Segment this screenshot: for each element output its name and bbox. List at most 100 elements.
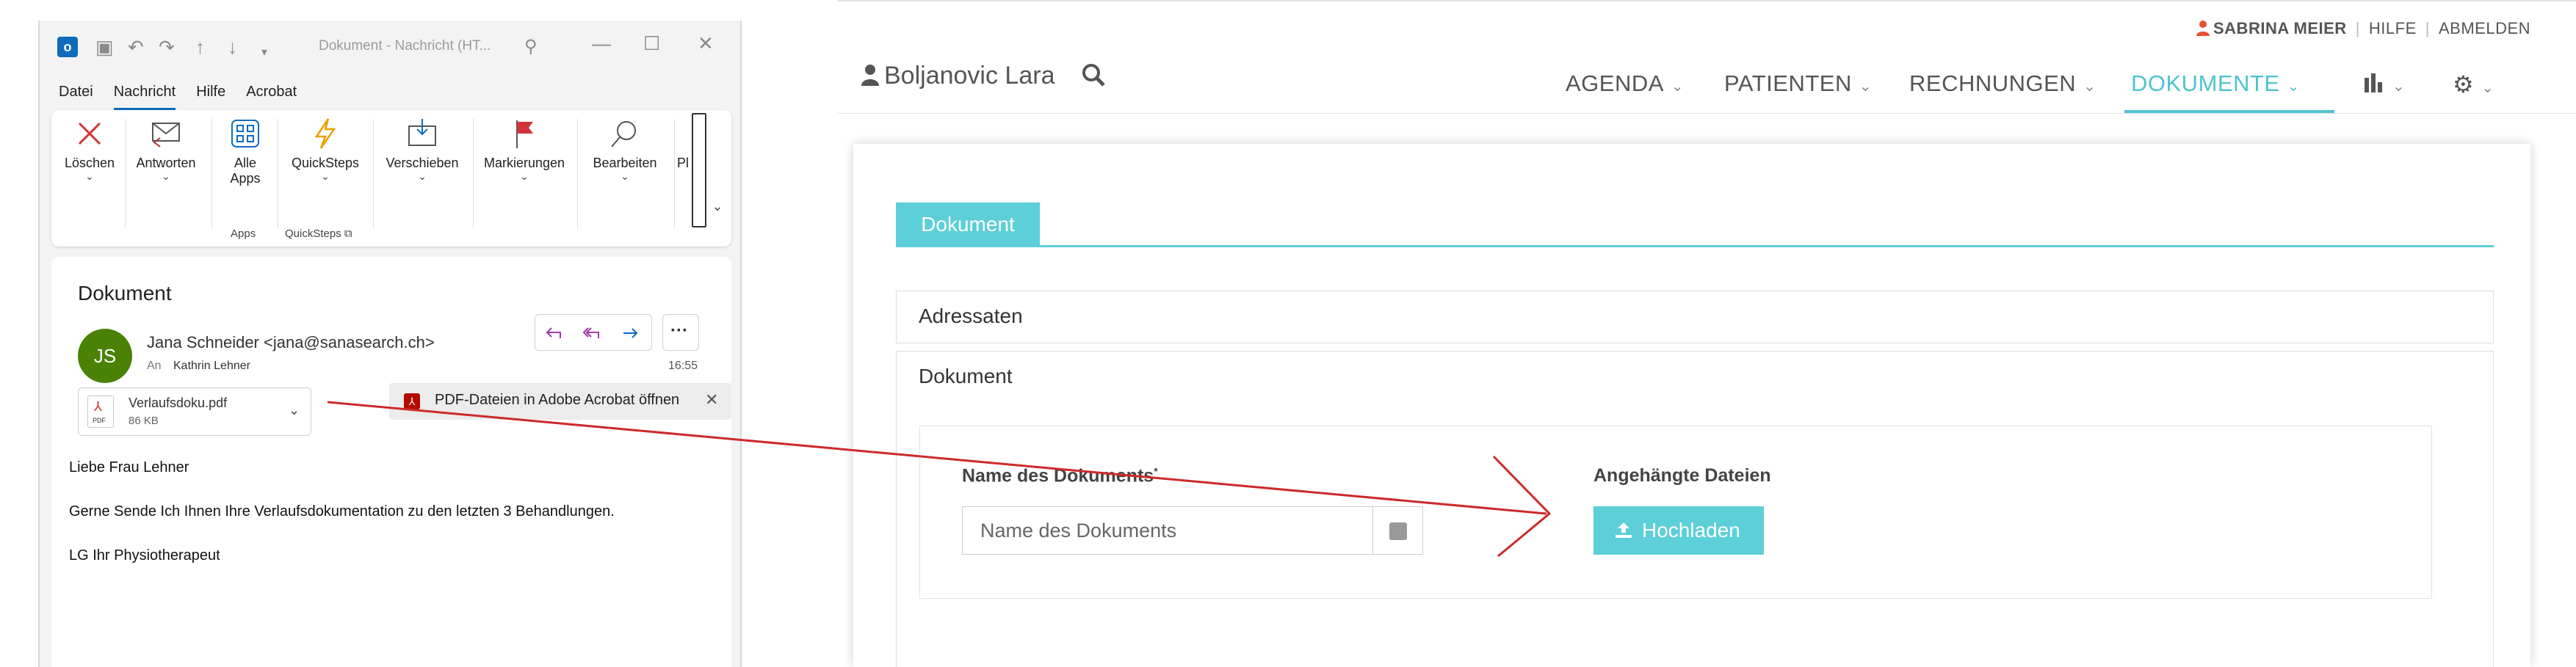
chevron-down-icon: ⌄ <box>621 170 629 182</box>
recipient-name[interactable]: Kathrin Lehner <box>173 360 250 373</box>
next-item-icon[interactable]: ↓ <box>228 35 237 59</box>
patient-header: Boljanovic Lara <box>861 62 1106 90</box>
chevron-down-icon: ⌄ <box>520 170 529 182</box>
chevron-down-icon: ⌄ <box>1671 79 1685 95</box>
more-dots-icon: ··· <box>670 321 688 340</box>
more-label: Pl <box>677 156 690 170</box>
maximize-icon[interactable]: ☐ <box>643 32 660 55</box>
outlook-titlebar: o ▣ ↶ ↷ ↑ ↓ ▾ Dokument - Nachricht (HT..… <box>40 21 740 75</box>
flags-button[interactable]: Markierungen ⌄ <box>477 117 571 181</box>
minimize-icon[interactable]: — <box>592 32 611 55</box>
search-icon[interactable]: ⚲ <box>524 35 538 59</box>
acrobat-hint-text[interactable]: PDF-Dateien in Adobe Acrobat öffnen <box>435 392 679 409</box>
patient-user-icon <box>861 65 879 86</box>
nav-agenda-label: AGENDA <box>1566 70 1664 96</box>
current-user-name[interactable]: SABRINA MEIER <box>2213 19 2347 37</box>
mail-reading-pane: Dokument JS Jana Schneider <jana@sanasea… <box>51 257 731 667</box>
move-folder-icon <box>408 119 436 146</box>
mail-body-line: Gerne Sende Ich Ihnen Ihre Verlaufsdokum… <box>69 503 615 520</box>
magnifier-icon <box>611 121 636 147</box>
undo-icon[interactable]: ↶ <box>128 35 144 59</box>
nav-statistics[interactable]: ⌄ <box>2363 70 2405 97</box>
outlook-message-window: o ▣ ↶ ↷ ↑ ↓ ▾ Dokument - Nachricht (HT..… <box>38 21 742 667</box>
close-infobar-icon[interactable]: ✕ <box>705 390 718 409</box>
group-apps-label: Apps <box>231 227 256 240</box>
attachment-card[interactable]: ⅄ PDF Verlaufsdoku.pdf 86 KB ⌄ <box>78 387 311 436</box>
bar-chart-icon <box>2365 73 2382 92</box>
reply-actions-group <box>535 314 652 351</box>
ribbon-separator <box>577 119 578 229</box>
nav-dokumente[interactable]: DOKUMENTE ⌄ <box>2131 70 2300 97</box>
pdf-file-icon: ⅄ PDF <box>87 396 114 428</box>
patient-name[interactable]: Boljanovic Lara <box>884 62 1054 90</box>
nav-rechnungen[interactable]: RECHNUNGEN ⌄ <box>1909 70 2096 97</box>
ribbon-separator <box>211 119 212 229</box>
reply-all-icon[interactable] <box>582 324 601 343</box>
screenshot-stage: o ▣ ↶ ↷ ↑ ↓ ▾ Dokument - Nachricht (HT..… <box>0 0 2576 667</box>
panel-dokument-title[interactable]: Dokument <box>919 365 1013 388</box>
nav-agenda[interactable]: AGENDA ⌄ <box>1566 70 1684 97</box>
outlook-ribbon: Löschen ⌄ Antworten ⌄ Alle Apps Apps Qui… <box>51 110 731 247</box>
help-link[interactable]: HILFE <box>2369 19 2417 37</box>
ribbon-separator <box>373 119 374 229</box>
ribbon-expand-icon[interactable]: ⌄ <box>709 200 726 213</box>
all-apps-button[interactable]: Alle Apps <box>219 117 272 186</box>
webapp-top-border <box>837 0 2576 1</box>
to-label: An <box>147 360 162 372</box>
delete-label: Löschen <box>64 156 115 170</box>
move-button[interactable]: Verschieben ⌄ <box>379 117 466 181</box>
menu-datei[interactable]: Datei <box>59 84 93 110</box>
menu-nachricht[interactable]: Nachricht <box>113 84 176 110</box>
previous-item-icon[interactable]: ↑ <box>195 35 205 59</box>
document-name-input[interactable] <box>962 506 1373 555</box>
tab-dokument[interactable]: Dokument <box>896 203 1040 247</box>
attachment-menu-chevron-icon[interactable]: ⌄ <box>289 403 300 418</box>
forward-icon[interactable] <box>621 324 640 343</box>
search-icon[interactable] <box>1081 62 1106 87</box>
edit-label: Bearbeiten <box>593 156 657 170</box>
panel-adressaten[interactable]: Adressaten <box>896 291 2494 343</box>
tab-underline <box>896 245 2494 247</box>
quick-access-customize-icon[interactable]: ▾ <box>261 41 267 65</box>
all-apps-label-1: Alle <box>234 156 256 170</box>
gear-icon: ⚙ <box>2453 71 2475 98</box>
ribbon-overflow-box[interactable] <box>692 113 706 227</box>
envelope-reply-icon <box>152 123 180 147</box>
acrobat-infobar: ⅄ PDF-Dateien in Adobe Acrobat öffnen ✕ <box>389 383 731 420</box>
user-bar-separator: | <box>2355 19 2360 37</box>
save-icon[interactable]: ▣ <box>95 35 114 59</box>
nav-settings[interactable]: ⚙ ⌄ <box>2453 70 2494 98</box>
sender-avatar: JS <box>78 329 132 383</box>
flag-icon <box>516 120 533 148</box>
panel-adressaten-title: Adressaten <box>919 305 1023 327</box>
redo-icon[interactable]: ↷ <box>159 35 175 59</box>
reply-button[interactable]: Antworten ⌄ <box>129 117 203 181</box>
reply-icon[interactable] <box>544 324 563 343</box>
quicksteps-button[interactable]: QuickSteps ⌄ <box>285 117 366 181</box>
delete-button[interactable]: Löschen ⌄ <box>62 117 117 181</box>
reply-label: Antworten <box>136 156 196 170</box>
upload-button[interactable]: Hochladen <box>1593 506 1764 555</box>
edit-button[interactable]: Bearbeiten ⌄ <box>582 117 668 181</box>
more-actions-button[interactable]: ··· <box>662 314 699 351</box>
group-quicksteps-text: QuickSteps <box>285 227 341 240</box>
chevron-down-icon: ⌄ <box>1859 79 1873 95</box>
square-icon <box>1389 522 1407 540</box>
move-label: Verschieben <box>386 156 459 170</box>
document-name-addon[interactable] <box>1373 506 1423 555</box>
mail-body-line: Liebe Frau Lehner <box>69 459 189 475</box>
apps-grid-icon <box>231 120 259 147</box>
mail-time: 16:55 <box>668 360 698 372</box>
menu-acrobat[interactable]: Acrobat <box>246 84 297 110</box>
window-title: Dokument - Nachricht (HT... <box>319 38 491 54</box>
menu-hilfe[interactable]: Hilfe <box>196 84 225 110</box>
upload-icon <box>1616 522 1632 538</box>
nav-patienten[interactable]: PATIENTEN ⌄ <box>1724 70 1872 97</box>
flags-label: Markierungen <box>483 156 565 170</box>
document-name-label-text: Name des Dokuments <box>962 465 1154 486</box>
logout-link[interactable]: ABMELDEN <box>2439 19 2530 37</box>
close-icon[interactable]: ✕ <box>698 32 714 55</box>
sender-address[interactable]: Jana Schneider <jana@sanasearch.ch> <box>147 333 435 352</box>
chevron-down-icon: ⌄ <box>85 170 94 182</box>
user-bar: SABRINA MEIER | HILFE | ABMELDEN <box>2196 19 2530 38</box>
